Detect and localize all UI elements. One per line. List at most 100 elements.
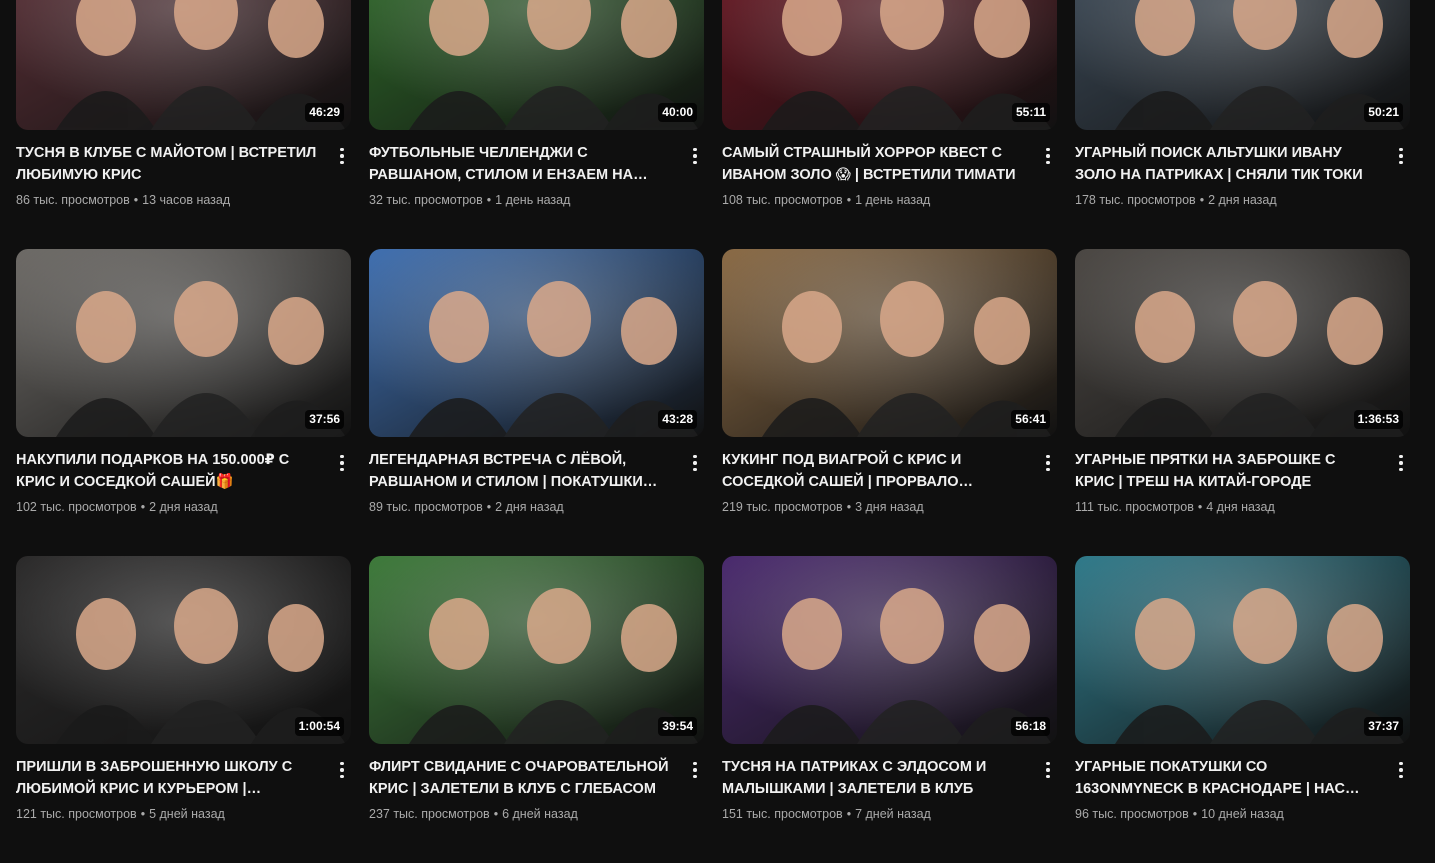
view-count: 96 тыс. просмотров [1075, 807, 1189, 821]
upload-age: 2 дня назад [149, 500, 218, 514]
more-vertical-icon[interactable] [1039, 451, 1057, 475]
video-thumbnail[interactable]: 39:54 [369, 556, 704, 744]
video-details: УГАРНЫЕ ПОКАТУШКИ СО 163ONMYNECK В КРАСН… [1075, 744, 1410, 823]
video-card[interactable]: 1:00:54 ПРИШЛИ В ЗАБРОШЕННУЮ ШКОЛУ С ЛЮБ… [16, 556, 351, 863]
view-count: 86 тыс. просмотров [16, 193, 130, 207]
video-card[interactable]: 56:41 КУКИНГ ПОД ВИАГРОЙ С КРИС И СОСЕДК… [722, 249, 1057, 556]
video-title[interactable]: ТУСНЯ НА ПАТРИКАХ С ЭЛДОСОМ И МАЛЫШКАМИ … [722, 756, 1023, 800]
video-duration: 40:00 [658, 103, 697, 122]
thumbnail-image [1075, 249, 1410, 437]
video-thumbnail[interactable]: 1:36:53 [1075, 249, 1410, 437]
upload-age: 13 часов назад [142, 193, 231, 207]
video-thumbnail[interactable]: 46:29 [16, 0, 351, 130]
more-vertical-icon[interactable] [333, 144, 351, 168]
more-vertical-icon[interactable] [686, 144, 704, 168]
video-card[interactable]: 1:36:53 УГАРНЫЕ ПРЯТКИ НА ЗАБРОШКЕ С КРИ… [1075, 249, 1410, 556]
video-card[interactable]: 56:18 ТУСНЯ НА ПАТРИКАХ С ЭЛДОСОМ И МАЛЫ… [722, 556, 1057, 863]
more-vertical-icon[interactable] [1039, 144, 1057, 168]
more-vertical-icon[interactable] [686, 758, 704, 782]
video-duration: 56:41 [1011, 410, 1050, 429]
video-thumbnail[interactable]: 50:21 [1075, 0, 1410, 130]
view-count: 219 тыс. просмотров [722, 500, 843, 514]
separator-dot: • [486, 500, 492, 514]
video-title[interactable]: ФУТБОЛЬНЫЕ ЧЕЛЛЕНДЖИ С РАВШАНОМ, СТИЛОМ … [369, 142, 670, 186]
video-card[interactable]: 55:11 САМЫЙ СТРАШНЫЙ ХОРРОР КВЕСТ С ИВАН… [722, 0, 1057, 249]
view-count: 121 тыс. просмотров [16, 807, 137, 821]
video-card[interactable]: 50:21 УГАРНЫЙ ПОИСК АЛЬТУШКИ ИВАНУ ЗОЛО … [1075, 0, 1410, 249]
more-vertical-icon[interactable] [1392, 758, 1410, 782]
thumbnail-image [369, 249, 704, 437]
video-title[interactable]: ФЛИРТ СВИДАНИЕ С ОЧАРОВАТЕЛЬНОЙ КРИС | З… [369, 756, 670, 800]
video-duration: 56:18 [1011, 717, 1050, 736]
video-stats: 32 тыс. просмотров • 1 день назад [369, 191, 670, 209]
more-vertical-icon[interactable] [333, 758, 351, 782]
video-title[interactable]: ТУСНЯ В КЛУБЕ С МАЙОТОМ | ВСТРЕТИЛ ЛЮБИМ… [16, 142, 317, 186]
separator-dot: • [846, 500, 852, 514]
video-duration: 55:11 [1011, 103, 1050, 122]
view-count: 237 тыс. просмотров [369, 807, 490, 821]
separator-dot: • [846, 807, 852, 821]
video-title[interactable]: ПРИШЛИ В ЗАБРОШЕННУЮ ШКОЛУ С ЛЮБИМОЙ КРИ… [16, 756, 317, 800]
video-stats: 237 тыс. просмотров • 6 дней назад [369, 805, 670, 823]
video-duration: 46:29 [305, 103, 344, 122]
thumbnail-image [722, 249, 1057, 437]
video-title[interactable]: КУКИНГ ПОД ВИАГРОЙ С КРИС И СОСЕДКОЙ САШ… [722, 449, 1023, 493]
upload-age: 7 дней назад [855, 807, 931, 821]
upload-age: 1 день назад [855, 193, 931, 207]
separator-dot: • [846, 193, 852, 207]
video-title[interactable]: УГАРНЫЕ ПОКАТУШКИ СО 163ONMYNECK В КРАСН… [1075, 756, 1376, 800]
video-details: ТУСНЯ НА ПАТРИКАХ С ЭЛДОСОМ И МАЛЫШКАМИ … [722, 744, 1057, 823]
video-thumbnail[interactable]: 1:00:54 [16, 556, 351, 744]
upload-age: 10 дней назад [1201, 807, 1284, 821]
video-details: УГАРНЫЕ ПРЯТКИ НА ЗАБРОШКЕ С КРИС | ТРЕШ… [1075, 437, 1410, 516]
video-card[interactable]: 43:28 ЛЕГЕНДАРНАЯ ВСТРЕЧА С ЛЁВОЙ, РАВША… [369, 249, 704, 556]
separator-dot: • [140, 500, 146, 514]
video-stats: 96 тыс. просмотров • 10 дней назад [1075, 805, 1376, 823]
more-vertical-icon[interactable] [1392, 451, 1410, 475]
thumbnail-image [1075, 556, 1410, 744]
video-thumbnail[interactable]: 40:00 [369, 0, 704, 130]
thumbnail-image [369, 0, 704, 130]
video-duration: 37:56 [305, 410, 344, 429]
video-title[interactable]: САМЫЙ СТРАШНЫЙ ХОРРОР КВЕСТ С ИВАНОМ ЗОЛ… [722, 142, 1023, 186]
video-stats: 111 тыс. просмотров • 4 дня назад [1075, 498, 1376, 516]
upload-age: 2 дня назад [495, 500, 564, 514]
video-stats: 151 тыс. просмотров • 7 дней назад [722, 805, 1023, 823]
video-card[interactable]: 40:00 ФУТБОЛЬНЫЕ ЧЕЛЛЕНДЖИ С РАВШАНОМ, С… [369, 0, 704, 249]
video-duration: 37:37 [1364, 717, 1403, 736]
separator-dot: • [133, 193, 139, 207]
video-stats: 102 тыс. просмотров • 2 дня назад [16, 498, 317, 516]
video-thumbnail[interactable]: 43:28 [369, 249, 704, 437]
more-vertical-icon[interactable] [1392, 144, 1410, 168]
video-thumbnail[interactable]: 37:37 [1075, 556, 1410, 744]
video-card[interactable]: 46:29 ТУСНЯ В КЛУБЕ С МАЙОТОМ | ВСТРЕТИЛ… [16, 0, 351, 249]
upload-age: 3 дня назад [855, 500, 924, 514]
more-vertical-icon[interactable] [333, 451, 351, 475]
thumbnail-image [16, 0, 351, 130]
video-duration: 1:36:53 [1353, 410, 1403, 429]
video-details: ПРИШЛИ В ЗАБРОШЕННУЮ ШКОЛУ С ЛЮБИМОЙ КРИ… [16, 744, 351, 823]
video-card[interactable]: 37:37 УГАРНЫЕ ПОКАТУШКИ СО 163ONMYNECK В… [1075, 556, 1410, 863]
video-title[interactable]: УГАРНЫЙ ПОИСК АЛЬТУШКИ ИВАНУ ЗОЛО НА ПАТ… [1075, 142, 1376, 186]
video-card[interactable]: 37:56 НАКУПИЛИ ПОДАРКОВ НА 150.000₽ С КР… [16, 249, 351, 556]
video-thumbnail[interactable]: 56:18 [722, 556, 1057, 744]
video-title[interactable]: НАКУПИЛИ ПОДАРКОВ НА 150.000₽ С КРИС И С… [16, 449, 317, 493]
video-thumbnail[interactable]: 37:56 [16, 249, 351, 437]
separator-dot: • [1192, 807, 1198, 821]
video-title[interactable]: УГАРНЫЕ ПРЯТКИ НА ЗАБРОШКЕ С КРИС | ТРЕШ… [1075, 449, 1376, 493]
upload-age: 6 дней назад [502, 807, 578, 821]
video-stats: 121 тыс. просмотров • 5 дней назад [16, 805, 317, 823]
more-vertical-icon[interactable] [1039, 758, 1057, 782]
separator-dot: • [486, 193, 492, 207]
video-title[interactable]: ЛЕГЕНДАРНАЯ ВСТРЕЧА С ЛЁВОЙ, РАВШАНОМ И … [369, 449, 670, 493]
thumbnail-image [16, 249, 351, 437]
more-vertical-icon[interactable] [686, 451, 704, 475]
video-duration: 39:54 [658, 717, 697, 736]
separator-dot: • [1199, 193, 1205, 207]
video-thumbnail[interactable]: 56:41 [722, 249, 1057, 437]
video-details: КУКИНГ ПОД ВИАГРОЙ С КРИС И СОСЕДКОЙ САШ… [722, 437, 1057, 516]
video-thumbnail[interactable]: 55:11 [722, 0, 1057, 130]
video-card[interactable]: 39:54 ФЛИРТ СВИДАНИЕ С ОЧАРОВАТЕЛЬНОЙ КР… [369, 556, 704, 863]
view-count: 111 тыс. просмотров [1075, 500, 1194, 514]
video-duration: 50:21 [1364, 103, 1403, 122]
